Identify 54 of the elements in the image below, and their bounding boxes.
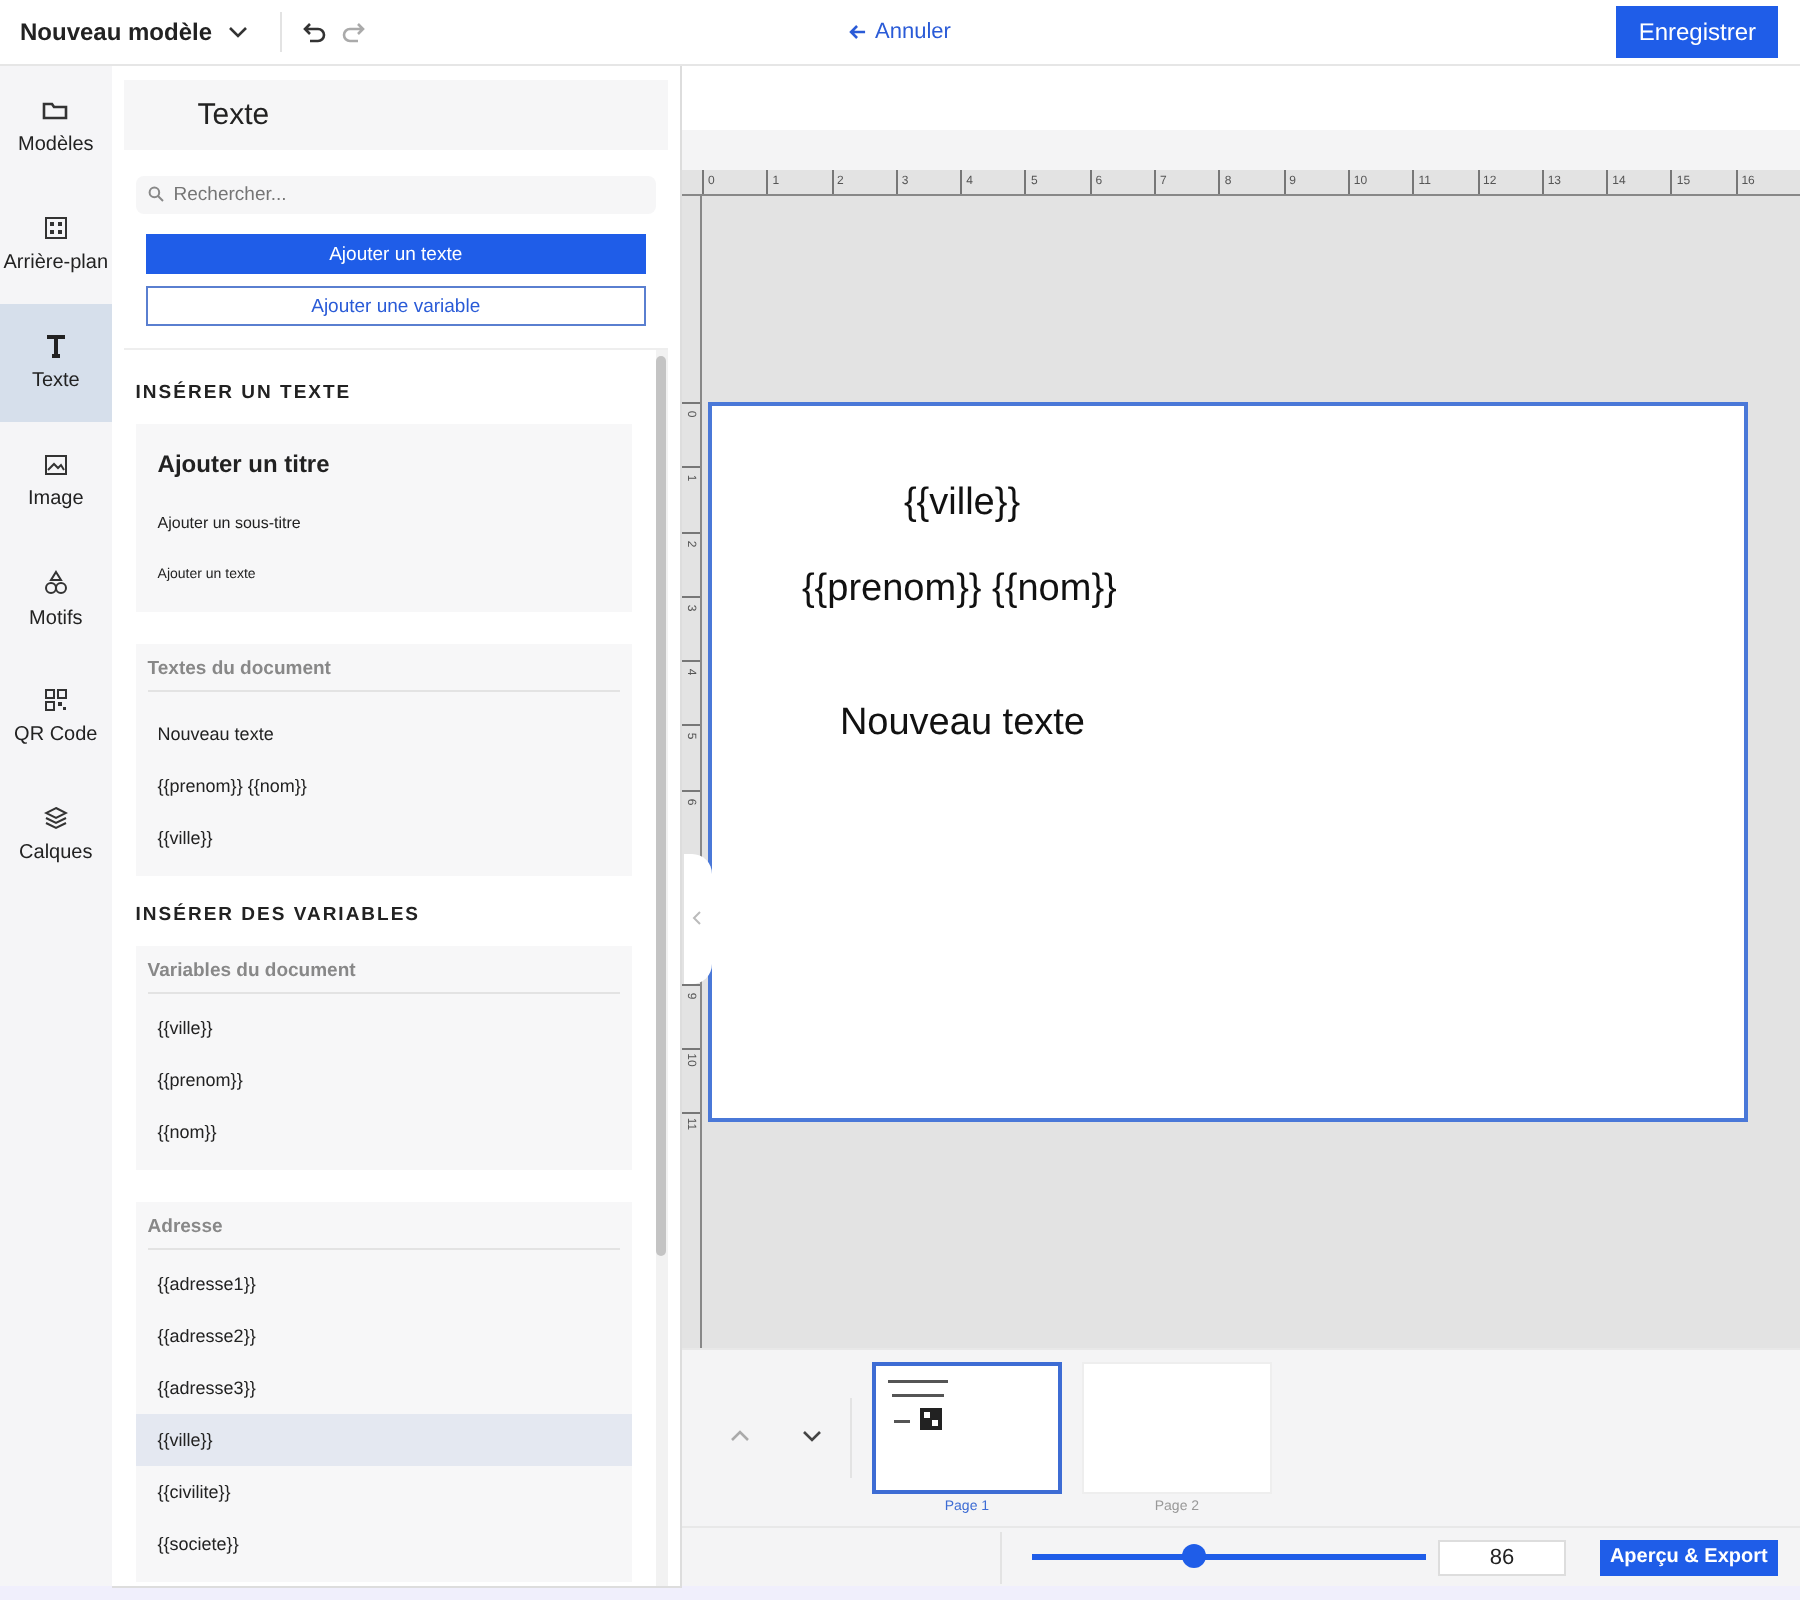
- export-button[interactable]: Aperçu & Export: [1599, 1539, 1778, 1575]
- list-item[interactable]: {{nom}}: [135, 1106, 632, 1158]
- layers-icon: [43, 806, 68, 830]
- arrow-left-icon: [849, 24, 868, 40]
- sidebar-item[interactable]: QR Code: [0, 658, 112, 776]
- folder-icon: [42, 98, 69, 122]
- collapse-handle[interactable]: [683, 854, 712, 984]
- section-heading: INSÉRER DES VARIABLES: [133, 901, 423, 930]
- zoom-input[interactable]: 86: [1437, 1539, 1566, 1575]
- image-icon: [43, 453, 68, 475]
- sidebar-item[interactable]: Calques: [0, 776, 112, 894]
- cancel-link[interactable]: Annuler: [837, 18, 963, 46]
- canvas-text[interactable]: Nouveau texte: [839, 702, 1085, 746]
- list-item[interactable]: Ajouter un titre: [135, 432, 632, 496]
- list-item[interactable]: {{adresse3}}: [135, 1362, 632, 1414]
- search-icon: [147, 186, 164, 202]
- panel-title: Texte: [197, 98, 270, 132]
- list-item[interactable]: {{ville}}: [135, 812, 632, 864]
- group-title: Textes du document: [147, 652, 620, 692]
- qr-code-icon: [43, 688, 68, 712]
- list-item[interactable]: Ajouter un sous-titre: [135, 496, 632, 548]
- document-page[interactable]: {{ville}} {{prenom}} {{nom}} Nouveau texte: [707, 402, 1748, 1122]
- scrollbar[interactable]: [655, 350, 668, 1586]
- sidebar-item[interactable]: Motifs: [0, 540, 112, 658]
- grid-icon: [43, 216, 68, 240]
- section-heading: INSÉRER UN TEXTE: [133, 379, 354, 408]
- text-icon: [43, 334, 68, 358]
- template-name-dropdown[interactable]: Nouveau modèle: [0, 0, 269, 64]
- list-item[interactable]: {{civilite}}: [135, 1466, 632, 1518]
- sidebar-item[interactable]: Image: [0, 422, 112, 540]
- list-item[interactable]: {{adresse1}}: [135, 1258, 632, 1310]
- group-title: Variables du document: [147, 954, 620, 994]
- list-item[interactable]: {{prenom}}: [135, 1054, 632, 1106]
- sidebar-item[interactable]: Texte: [0, 304, 112, 422]
- list-item[interactable]: {{societe}}: [135, 1518, 632, 1570]
- chevron-down-icon: [801, 1430, 822, 1442]
- list-item[interactable]: {{ville}}: [135, 1414, 632, 1466]
- add-text-button[interactable]: Ajouter un texte: [145, 234, 646, 274]
- chevron-up-icon: [729, 1430, 750, 1442]
- add-variable-button[interactable]: Ajouter une variable: [145, 286, 646, 326]
- sidebar-item[interactable]: Modèles: [0, 68, 112, 186]
- sidebar-item[interactable]: Arrière-plan: [0, 186, 112, 304]
- list-item[interactable]: {{ville}}: [135, 1002, 632, 1054]
- slider-thumb[interactable]: [1181, 1544, 1206, 1568]
- list-item[interactable]: {{prenom}} {{nom}}: [135, 760, 632, 812]
- chevron-down-icon: [228, 26, 249, 38]
- shapes-icon: [43, 569, 68, 595]
- canvas-text[interactable]: {{prenom}} {{nom}}: [801, 568, 1117, 612]
- group-title: Adresse: [147, 1210, 620, 1250]
- list-item[interactable]: {{adresse2}}: [135, 1310, 632, 1362]
- search-field[interactable]: Rechercher...: [135, 176, 656, 214]
- save-button[interactable]: Enregistrer: [1616, 6, 1778, 58]
- canvas-text[interactable]: {{ville}}: [903, 482, 1021, 526]
- list-item[interactable]: Nouveau texte: [135, 708, 632, 760]
